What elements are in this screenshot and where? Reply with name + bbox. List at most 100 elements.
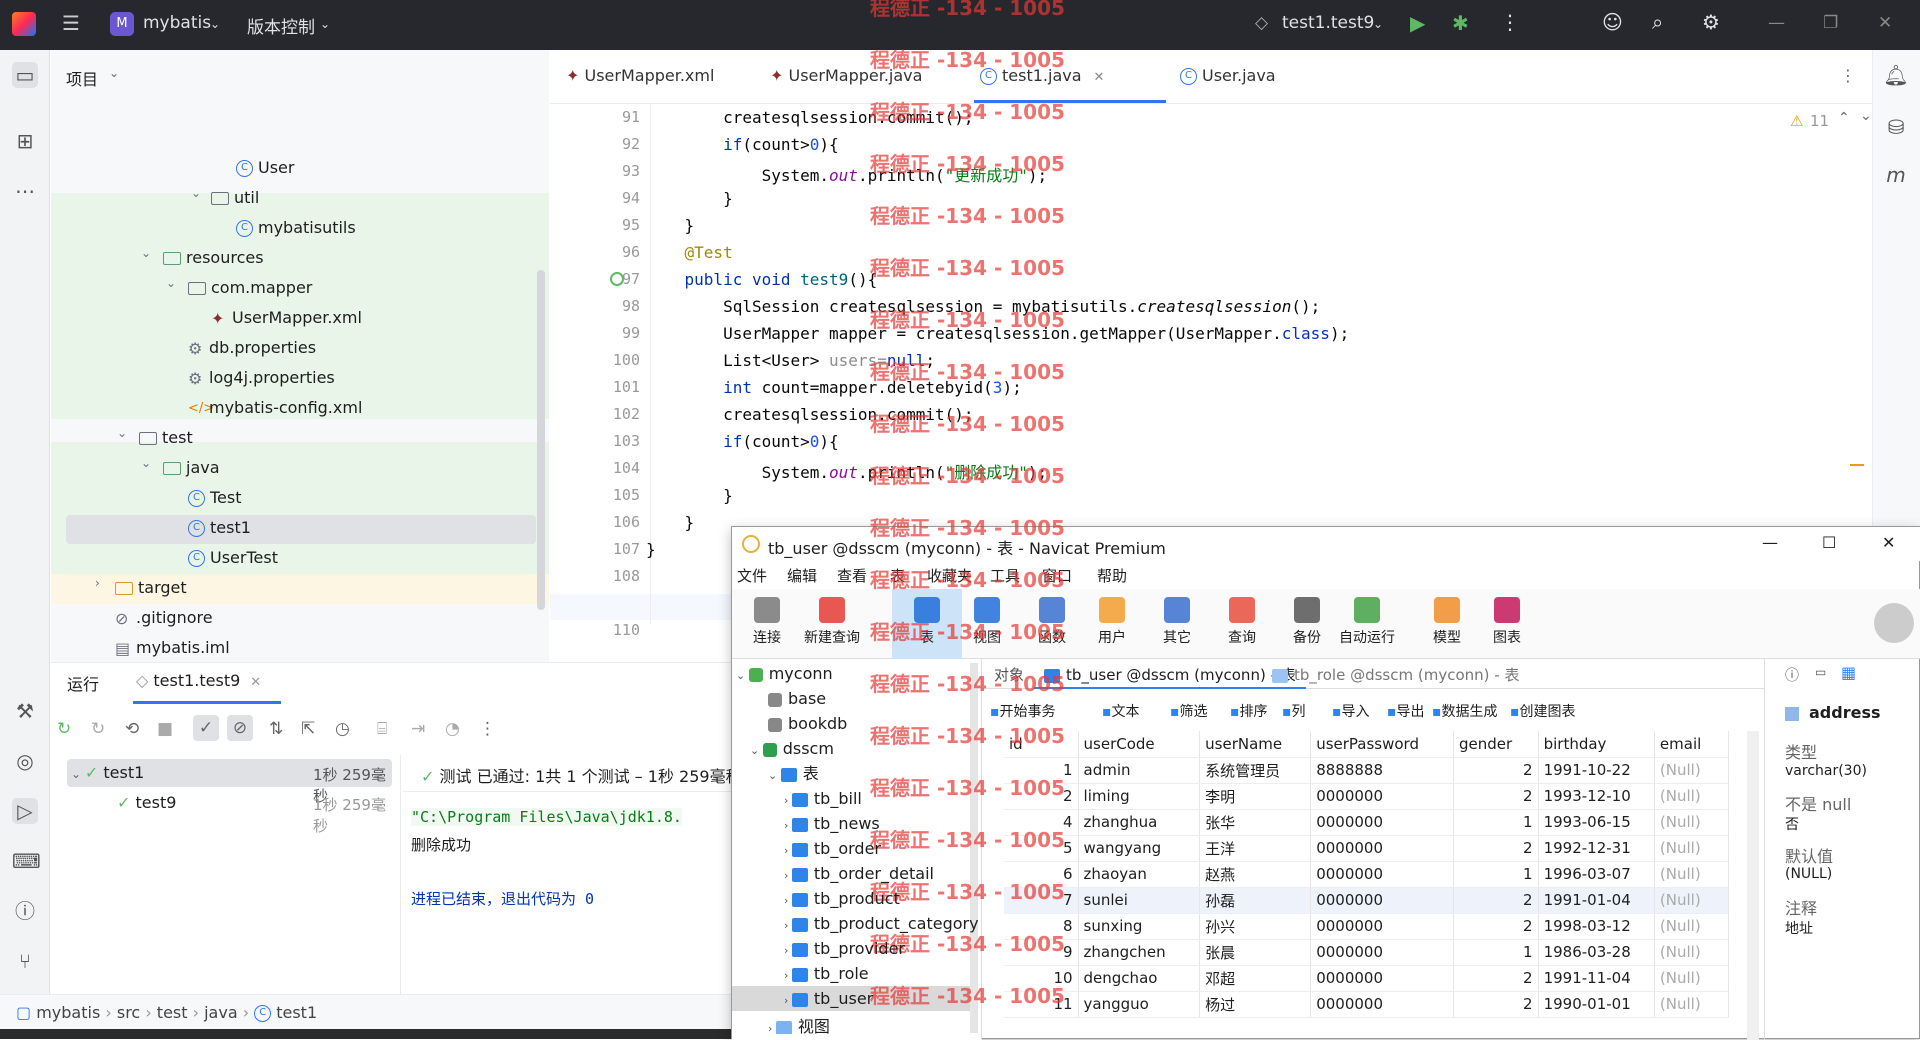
action-sort[interactable]: ▪排序 (1230, 701, 1268, 721)
table-row[interactable]: 2 liming 李明 0000000 2 1993-12-10 (Null) (1004, 783, 1730, 810)
grid-cell[interactable]: 1998-03-12 (1538, 913, 1655, 940)
grid-cell[interactable]: 0000000 (1310, 965, 1454, 992)
grid-cell[interactable]: 1990-01-01 (1538, 991, 1655, 1018)
action-create-chart[interactable]: ▪创建图表 (1510, 701, 1576, 721)
grid-cell[interactable]: 孙兴 (1199, 913, 1312, 940)
run-tab[interactable]: ◇ test1.test9 ✕ (136, 671, 261, 690)
toolbar-new-query-button[interactable]: 新建查询 (797, 589, 867, 659)
build-icon[interactable]: ⚒ (12, 698, 38, 724)
structure-icon[interactable]: ⊞ (12, 128, 38, 154)
grid-cell[interactable]: 孙磊 (1199, 887, 1312, 914)
tree-item[interactable]: ⊘ .gitignore (115, 603, 213, 633)
grid-cell[interactable]: 0000000 (1310, 939, 1454, 966)
minimize-icon[interactable]: — (1768, 13, 1785, 33)
grid-cell[interactable]: 0000000 (1310, 887, 1454, 914)
settings-icon[interactable]: ⚙ (1702, 10, 1720, 34)
minimize-icon[interactable]: — (1762, 533, 1778, 552)
tree-item[interactable]: ⚙ db.properties (188, 333, 316, 363)
tree-item[interactable]: Cmybatisutils (236, 213, 356, 243)
breadcrumb-item[interactable]: src (117, 1003, 140, 1022)
vcs-menu[interactable]: 版本控制 (247, 13, 315, 38)
grid-cell[interactable]: 1993-06-15 (1538, 809, 1655, 836)
tab-usermapper-xml[interactable]: ✦ UserMapper.xml (566, 66, 714, 85)
grid-cell[interactable]: zhanghua (1078, 809, 1201, 836)
grid-cell[interactable]: liming (1078, 783, 1201, 810)
table-row[interactable]: 5 wangyang 王洋 0000000 2 1992-12-31 (Null) (1004, 835, 1730, 862)
table-row[interactable]: 6 zhaoyan 赵燕 0000000 1 1996-03-07 (Null) (1004, 861, 1730, 888)
menu-item[interactable]: 帮助 (1097, 565, 1127, 586)
tree-item[interactable]: com.mapper (188, 273, 312, 303)
grid-cell[interactable]: 0000000 (1310, 783, 1454, 810)
test-run-gutter-icon[interactable] (610, 272, 624, 286)
grid-cell[interactable]: (Null) (1654, 887, 1730, 914)
grid-cell[interactable]: 1 (1453, 861, 1539, 888)
grid-cell[interactable]: 系统管理员 (1199, 757, 1312, 784)
grid-cell[interactable]: (Null) (1654, 913, 1730, 940)
grid-cell[interactable]: zhangchen (1078, 939, 1201, 966)
tree-table[interactable]: › tb_order_detail (784, 861, 934, 886)
project-badge[interactable]: M (110, 12, 134, 36)
tree-item[interactable]: java (163, 453, 220, 483)
column-header[interactable]: userName (1199, 731, 1312, 758)
grid-cell[interactable]: 2 (1453, 965, 1539, 992)
debug-icon[interactable]: ✱ (1452, 11, 1469, 35)
table-row[interactable]: 7 sunlei 孙磊 0000000 2 1991-01-04 (Null) (1004, 887, 1730, 914)
services-icon[interactable]: ◎ (12, 748, 38, 774)
tree-table[interactable]: › tb_order (784, 836, 881, 861)
chevron-down-icon[interactable]: ⌄ (1860, 108, 1872, 124)
breadcrumb-item[interactable]: test1 (276, 1003, 317, 1022)
tree-item[interactable]: Ctest1 (188, 513, 251, 543)
grid-cell[interactable]: (Null) (1654, 783, 1730, 810)
toolbar-chart-button[interactable]: 图表 (1472, 589, 1542, 659)
column-header[interactable]: userCode (1078, 731, 1201, 758)
run-tool-icon[interactable]: ▷ (12, 798, 38, 824)
grid-cell[interactable]: (Null) (1654, 757, 1730, 784)
grid-cell[interactable]: 1986-03-28 (1538, 939, 1655, 966)
search-icon[interactable]: ⌕ (1652, 10, 1663, 34)
stop-icon[interactable]: ■ (157, 719, 173, 739)
grid-cell[interactable]: 王洋 (1199, 835, 1312, 862)
table-row[interactable]: 10 dengchao 邓超 0000000 2 1991-11-04 (Null) (1004, 965, 1730, 992)
project-view-icon[interactable]: ▭ (12, 62, 38, 88)
notifications-icon[interactable]: 🔔︎ (1883, 62, 1909, 88)
more-icon[interactable]: ⋮ (479, 719, 496, 739)
grid-cell[interactable]: 2 (1453, 757, 1539, 784)
grid-cell[interactable]: (Null) (1654, 965, 1730, 992)
breadcrumb-item[interactable]: mybatis (36, 1003, 100, 1022)
action-data-generation[interactable]: ▪数据生成 (1432, 701, 1498, 721)
toolbar-user-button[interactable]: 用户 (1077, 589, 1147, 659)
grid-cell[interactable]: 李明 (1199, 783, 1312, 810)
tab-menu-icon[interactable]: ⋮ (1840, 66, 1856, 85)
grid-cell[interactable]: 邓超 (1199, 965, 1312, 992)
grid-cell[interactable]: 1 (1453, 809, 1539, 836)
data-grid[interactable]: id userCode userName userPassword gender birt… (1004, 731, 1730, 1018)
history-icon[interactable]: ◷ (335, 719, 350, 739)
column-header[interactable]: gender (1453, 731, 1539, 758)
grid-cell[interactable]: 2 (1453, 835, 1539, 862)
tree-item[interactable]: ✦ UserMapper.xml (211, 303, 362, 333)
grid-cell[interactable]: 1996-03-07 (1538, 861, 1655, 888)
toggle-auto-test-icon[interactable]: ⟲ (125, 719, 139, 739)
tree-item[interactable]: C User (236, 153, 294, 183)
grid-cell[interactable]: sunlei (1078, 887, 1201, 914)
action-transaction[interactable]: ▪开始事务 (990, 701, 1056, 721)
run-icon[interactable]: ▶ (1410, 11, 1425, 35)
column-header[interactable]: birthday (1538, 731, 1655, 758)
grid-cell[interactable]: 1992-12-31 (1538, 835, 1655, 862)
grid-cell[interactable]: (Null) (1654, 991, 1730, 1018)
code-line[interactable]: } (646, 513, 695, 532)
git-icon[interactable]: ⑂ (12, 948, 38, 974)
tree-item[interactable]: </>mybatis-config.xml (188, 393, 362, 423)
tab-tb-user[interactable]: tb_user @dsscm (myconn) - 表 (1034, 659, 1306, 689)
grid-cell[interactable]: 2 (1453, 887, 1539, 914)
tree-item[interactable]: resources (163, 243, 264, 273)
close-icon[interactable]: ✕ (1882, 533, 1895, 552)
coverage-icon[interactable]: ◔ (445, 719, 460, 739)
code-line[interactable]: if(count>0){ (646, 432, 839, 451)
console-output[interactable]: "C:\Program Files\Java\jdk1.8. 删除成功 进程已结… (403, 791, 731, 995)
menu-item[interactable]: 文件 (737, 565, 767, 586)
grid-cell[interactable]: 1991-10-22 (1538, 757, 1655, 784)
grid-cell[interactable]: 张晨 (1199, 939, 1312, 966)
grid-cell[interactable]: 0000000 (1310, 835, 1454, 862)
info-icon[interactable]: ⓘ (1785, 665, 1799, 685)
